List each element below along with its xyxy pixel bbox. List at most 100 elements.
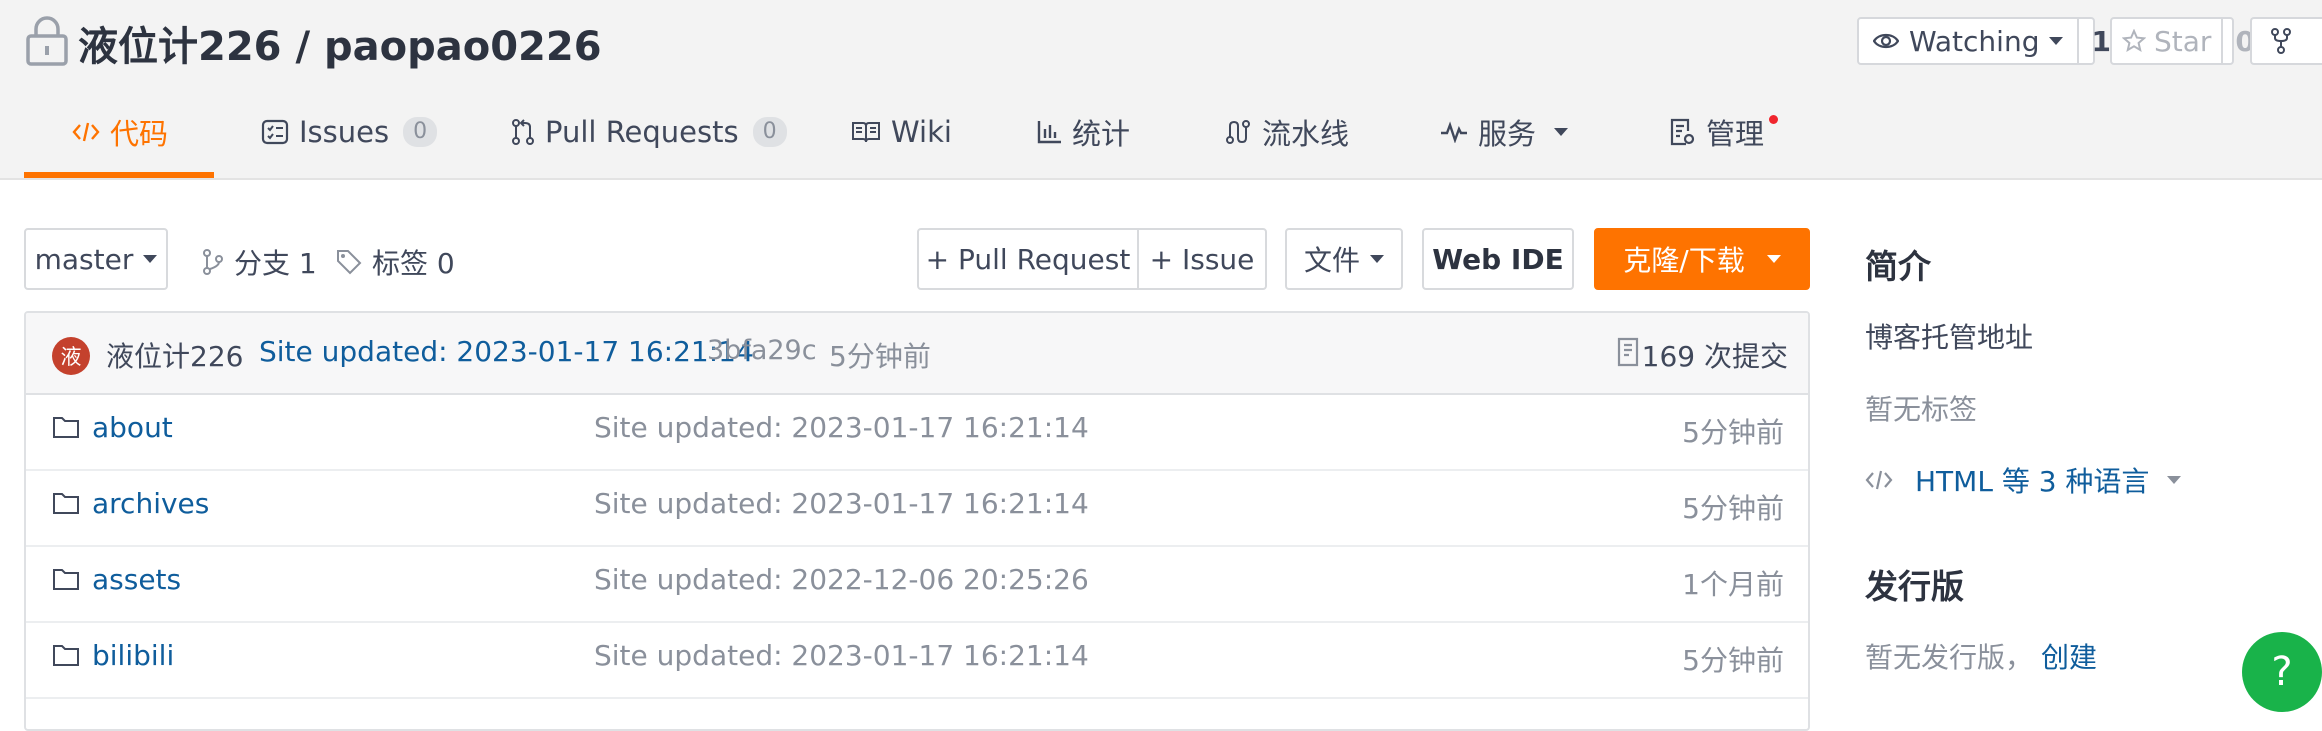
file-row[interactable]: assets Site updated: 2022-12-06 20:25:26… [26,545,1808,623]
avatar[interactable]: 液 [52,337,90,375]
tab-manage[interactable]: 管理 [1668,110,1764,154]
folder-icon [53,569,79,590]
file-commit-time: 1个月前 [1682,568,1784,601]
bar-chart-icon [1037,121,1061,144]
file-name-link[interactable]: bilibili [92,639,174,672]
file-list-panel: 液 液位计226 Site updated: 2023-01-17 16:21:… [24,311,1810,731]
pull-requests-count-badge: 0 [752,117,787,147]
branch-icon [203,249,223,275]
files-label: 文件 [1303,244,1360,277]
chevron-down-icon [2167,476,2182,484]
file-commit-message[interactable]: Site updated: 2023-01-17 16:21:14 [594,639,1089,672]
commit-hash[interactable]: 3bfa29c [707,335,817,366]
file-name-link[interactable]: archives [92,487,209,520]
file-row[interactable]: archives Site updated: 2023-01-17 16:21:… [26,469,1808,547]
folder-icon [53,645,79,666]
issues-icon [261,119,289,145]
star-button[interactable]: Star 0 [2110,17,2255,65]
code-icon [72,122,100,142]
new-issue-button[interactable]: + Issue [1137,228,1267,290]
latest-commit-bar: 液 液位计226 Site updated: 2023-01-17 16:21:… [26,313,1808,395]
watch-button[interactable]: Watching 1 [1857,17,2111,65]
file-commit-message[interactable]: Site updated: 2023-01-17 16:21:14 [594,411,1089,444]
tags-empty-text: 暂无标签 [1865,393,1978,426]
folder-icon [53,417,79,438]
active-tab-indicator [24,172,214,178]
branch-name: master [34,242,134,276]
release-empty-label: 暂无发行版， [1865,641,2034,674]
file-row[interactable]: bilibili Site updated: 2023-01-17 16:21:… [26,621,1808,699]
star-label: Star [2154,24,2212,58]
tab-wiki[interactable]: Wiki [851,110,952,154]
chevron-down-icon [143,255,158,263]
tab-label: 代码 [110,117,169,151]
file-name-link[interactable]: assets [92,563,181,596]
activity-icon [1441,121,1467,143]
create-release-link[interactable]: 创建 [2041,641,2097,674]
tab-label: Pull Requests [545,115,739,149]
branch-select[interactable]: master [24,228,168,290]
release-empty-text: 暂无发行版， 创建 [1865,636,2097,676]
issues-count-badge: 0 [403,117,438,147]
tab-services[interactable]: 服务 [1440,110,1569,154]
settings-doc-icon [1670,118,1695,146]
repo-description: 博客托管地址 [1865,321,2034,354]
tags-label: 标签 0 [372,247,455,280]
lock-icon [26,16,68,66]
web-ide-button[interactable]: Web IDE [1422,228,1574,290]
commit-message[interactable]: Site updated: 2023-01-17 16:21:14 [259,335,754,368]
tab-label: Wiki [891,115,952,149]
eye-icon [1873,33,1899,49]
files-dropdown[interactable]: 文件 [1285,228,1403,290]
tab-label: 服务 [1478,117,1537,151]
tab-code[interactable]: 代码 [72,110,168,154]
commit-count-link[interactable]: 169 次提交 [1642,335,1788,375]
fork-button[interactable] [2250,17,2322,65]
branches-link[interactable]: 分支 1 [202,242,317,282]
tag-icon [337,250,362,275]
tab-pipeline[interactable]: 流水线 [1224,110,1349,154]
tab-statistics[interactable]: 统计 [1036,110,1130,154]
watch-label: Watching [1909,24,2040,58]
tab-pull-requests[interactable]: Pull Requests 0 [511,110,787,154]
file-commit-message[interactable]: Site updated: 2023-01-17 16:21:14 [594,487,1089,520]
tab-issues[interactable]: Issues 0 [261,110,438,154]
repo-owner-link[interactable]: 液位计226 [78,24,282,70]
new-pull-request-button[interactable]: + Pull Request [917,228,1139,290]
file-commit-time: 5分钟前 [1682,644,1784,677]
chevron-down-icon [1370,255,1384,263]
repo-separator: / [295,24,311,70]
file-commit-message[interactable]: Site updated: 2022-12-06 20:25:26 [594,563,1089,596]
branches-label: 分支 1 [234,247,317,280]
tab-label: 统计 [1072,117,1131,151]
languages-label: HTML 等 3 种语言 [1915,465,2150,498]
file-name-link[interactable]: about [92,411,173,444]
tab-label: 管理 [1706,117,1765,151]
chevron-down-icon [1766,255,1781,263]
languages-dropdown[interactable]: HTML 等 3 种语言 [1865,460,2182,500]
pipeline-icon [1226,120,1250,144]
commit-time: 5分钟前 [829,340,931,373]
repo-name-link[interactable]: paopao0226 [324,24,602,70]
file-row[interactable]: about Site updated: 2023-01-17 16:21:14 … [26,393,1808,471]
release-heading: 发行版 [1865,567,1964,606]
commit-author[interactable]: 液位计226 [106,335,243,375]
fork-icon [2271,28,2291,54]
folder-icon [53,493,79,514]
clone-download-button[interactable]: 克隆/下载 [1594,228,1810,290]
tab-label: Issues [299,115,390,149]
code-icon [1865,470,1893,490]
chevron-down-icon [1554,128,1569,136]
pull-request-icon [512,119,534,145]
help-button[interactable]: ? [2242,632,2322,712]
repo-title: 液位计226 / paopao0226 [78,14,602,72]
file-commit-time: 5分钟前 [1682,492,1784,525]
tab-label: 流水线 [1262,117,1350,151]
notification-dot [1769,115,1778,124]
commits-icon [1617,337,1639,367]
intro-heading: 简介 [1865,247,1931,286]
clone-label: 克隆/下载 [1623,244,1745,277]
book-icon [852,122,880,143]
tags-link[interactable]: 标签 0 [336,242,455,282]
file-commit-time: 5分钟前 [1682,416,1784,449]
